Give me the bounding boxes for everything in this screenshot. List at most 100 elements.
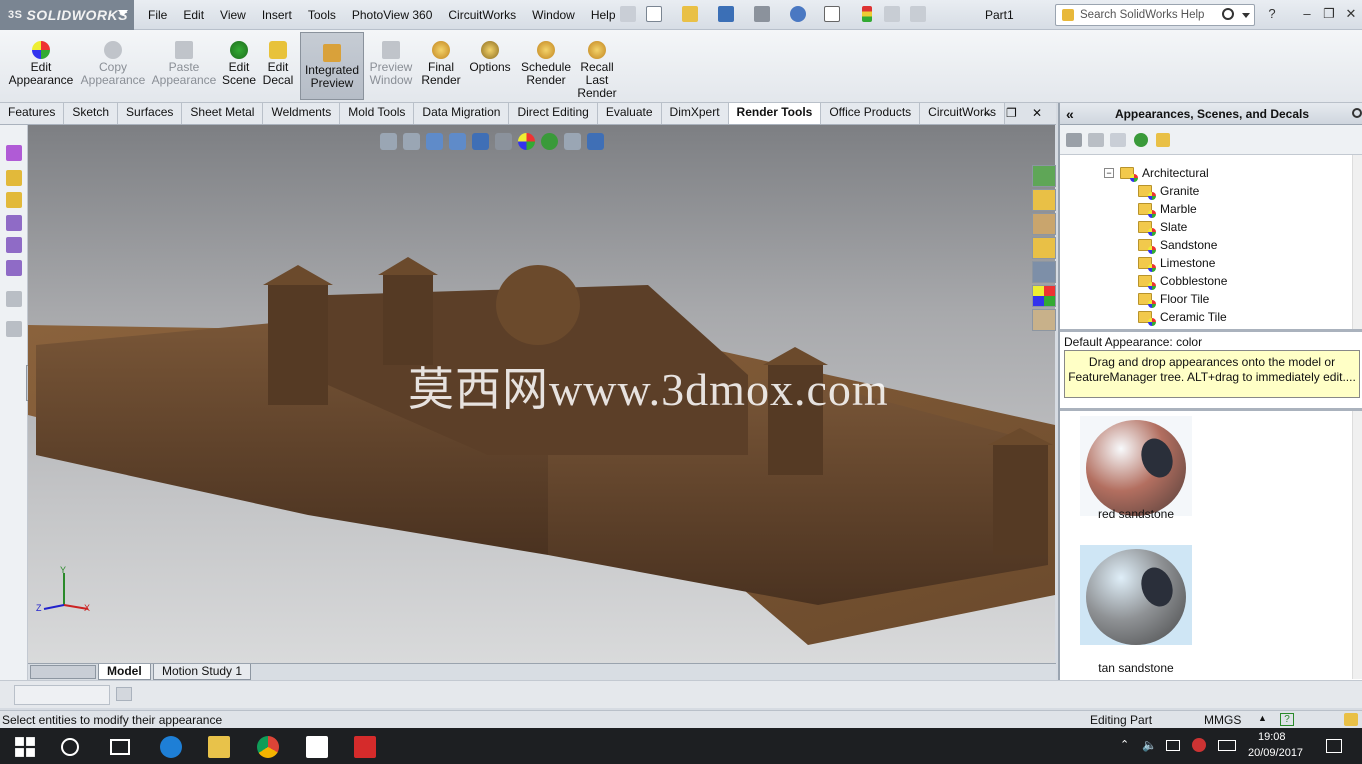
schedule-render-button[interactable]: Schedule Render bbox=[518, 30, 574, 102]
tree-item-slate[interactable]: Slate bbox=[1138, 218, 1187, 236]
windows-start-icon[interactable] bbox=[14, 736, 36, 758]
menu-help[interactable]: Help bbox=[583, 6, 624, 24]
minimize-icon[interactable]: – bbox=[1298, 6, 1316, 22]
restore-icon[interactable]: ❐ bbox=[1320, 6, 1338, 22]
clock-date[interactable]: 20/09/2017 bbox=[1248, 747, 1303, 759]
edge-browser-icon[interactable] bbox=[160, 736, 182, 758]
viewport-restore-icon[interactable]: ❐ bbox=[1006, 106, 1017, 120]
copy-appearance-button[interactable]: Copy Appearance bbox=[78, 30, 148, 102]
edit-appearance-button[interactable]: Edit Appearance bbox=[6, 30, 76, 102]
tree-item-architectural[interactable]: Architectural bbox=[1120, 164, 1209, 182]
viewport-close-icon[interactable]: ✕ bbox=[1032, 106, 1042, 120]
tab-data-migration[interactable]: Data Migration bbox=[414, 103, 510, 124]
solidworks-taskbar-icon[interactable] bbox=[354, 736, 376, 758]
save-icon[interactable] bbox=[718, 6, 734, 22]
open-folder-pane-icon[interactable] bbox=[1088, 133, 1104, 147]
search-icon[interactable] bbox=[1222, 8, 1234, 20]
appearance-manager-icon[interactable] bbox=[6, 237, 22, 253]
options-button[interactable]: Options bbox=[466, 30, 514, 102]
menu-window[interactable]: Window bbox=[524, 6, 583, 24]
final-render-button[interactable]: Final Render bbox=[418, 30, 464, 102]
undo-icon[interactable] bbox=[790, 6, 806, 22]
appearances-tab-icon[interactable] bbox=[1032, 285, 1056, 307]
tab-evaluate[interactable]: Evaluate bbox=[597, 103, 662, 124]
tag-icon[interactable] bbox=[1344, 713, 1358, 726]
triad-view-icon[interactable] bbox=[587, 133, 604, 150]
integrated-preview-button[interactable]: Integrated Preview bbox=[300, 32, 364, 100]
help-icon[interactable]: ? bbox=[1263, 6, 1281, 22]
tab-direct-editing[interactable]: Direct Editing bbox=[509, 103, 598, 124]
file-explorer-tab-icon[interactable] bbox=[1032, 237, 1056, 259]
select-pointer-icon[interactable] bbox=[824, 6, 840, 22]
open-folder-icon[interactable] bbox=[682, 6, 698, 22]
configuration-dropdown[interactable] bbox=[14, 685, 110, 705]
search-input[interactable]: Search SolidWorks Help bbox=[1055, 4, 1255, 26]
dimxpert-icon[interactable] bbox=[6, 192, 22, 208]
configuration-icon[interactable] bbox=[6, 170, 22, 186]
swatch-tan-sandstone[interactable] bbox=[1080, 545, 1192, 645]
notification-badge-icon[interactable] bbox=[1192, 738, 1206, 752]
options-gear-icon[interactable] bbox=[910, 6, 926, 22]
tab-sheet-metal[interactable]: Sheet Metal bbox=[182, 103, 264, 124]
status-units[interactable]: MMGS bbox=[1204, 713, 1241, 727]
design-library-tab-icon[interactable] bbox=[1032, 213, 1056, 235]
zoom-to-fit-icon[interactable] bbox=[380, 133, 397, 150]
tab-sketch[interactable]: Sketch bbox=[64, 103, 119, 124]
tree-item-cobblestone[interactable]: Cobblestone bbox=[1138, 272, 1227, 290]
tab-surfaces[interactable]: Surfaces bbox=[118, 103, 183, 124]
display-manager-icon[interactable] bbox=[6, 215, 22, 231]
tree-scrollbar[interactable] bbox=[1352, 155, 1362, 331]
view-palette-tab-icon[interactable] bbox=[1032, 261, 1056, 283]
chevron-down-icon[interactable] bbox=[1242, 13, 1250, 18]
up-folder-icon[interactable] bbox=[1156, 133, 1170, 147]
tree-item-sandstone[interactable]: Sandstone bbox=[1138, 236, 1217, 254]
network-icon[interactable] bbox=[1166, 740, 1180, 751]
tree-item-limestone[interactable]: Limestone bbox=[1138, 254, 1215, 272]
add-folder-icon[interactable] bbox=[1110, 133, 1126, 147]
volume-icon[interactable]: 🔈 bbox=[1142, 738, 1157, 752]
preview-window-button[interactable]: Preview Window bbox=[366, 30, 416, 102]
copy-icon[interactable] bbox=[116, 687, 132, 701]
cortana-search-icon[interactable] bbox=[61, 738, 79, 756]
tree-collapse-toggle[interactable]: − bbox=[1104, 168, 1114, 178]
file-explorer-icon[interactable] bbox=[208, 736, 230, 758]
edit-appearance-view-icon[interactable] bbox=[518, 133, 535, 150]
back-icon[interactable] bbox=[1066, 133, 1082, 147]
home-tab-icon[interactable] bbox=[1032, 189, 1056, 211]
print-icon[interactable] bbox=[754, 6, 770, 22]
menu-photoview[interactable]: PhotoView 360 bbox=[344, 6, 441, 24]
recall-last-render-button[interactable]: Recall Last Render bbox=[576, 30, 618, 102]
refresh-icon[interactable] bbox=[1134, 133, 1148, 147]
pane-splitter[interactable] bbox=[1060, 329, 1362, 332]
scene-manager-icon[interactable] bbox=[6, 260, 22, 276]
menu-file[interactable]: File bbox=[140, 6, 175, 24]
show-hidden-icons[interactable]: ⌃ bbox=[1120, 738, 1129, 751]
edit-decal-button[interactable]: Edit Decal bbox=[260, 30, 296, 102]
menu-circuitworks[interactable]: CircuitWorks bbox=[440, 6, 524, 24]
view-orientation-icon[interactable] bbox=[472, 133, 489, 150]
menu-view[interactable]: View bbox=[212, 6, 254, 24]
menu-insert[interactable]: Insert bbox=[254, 6, 300, 24]
tab-scroll-arrows[interactable] bbox=[30, 665, 96, 679]
tab-features[interactable]: Features bbox=[0, 103, 65, 124]
collapse-pane-icon[interactable]: « bbox=[1066, 103, 1074, 125]
smart-dimension-icon[interactable] bbox=[6, 321, 22, 337]
custom-properties-tab-icon[interactable] bbox=[1032, 309, 1056, 331]
tab-weldments[interactable]: Weldments bbox=[263, 103, 341, 124]
tree-item-granite[interactable]: Granite bbox=[1138, 182, 1199, 200]
new-document-icon[interactable] bbox=[646, 6, 662, 22]
tree-item-floor-tile[interactable]: Floor Tile bbox=[1138, 290, 1209, 308]
clock-time[interactable]: 19:08 bbox=[1258, 731, 1286, 743]
chrome-browser-icon[interactable] bbox=[257, 736, 279, 758]
viewport-minimize-icon[interactable]: – bbox=[984, 106, 991, 120]
help-status-icon[interactable]: ? bbox=[1280, 713, 1294, 726]
view-settings-icon[interactable] bbox=[564, 133, 581, 150]
graphics-viewport[interactable]: 莫西网www.3dmox.com Y X Z bbox=[28, 125, 1055, 663]
tab-dimxpert[interactable]: DimXpert bbox=[661, 103, 729, 124]
solidworks-logo[interactable]: 3S SOLIDWORKS bbox=[0, 0, 134, 30]
tree-item-marble[interactable]: Marble bbox=[1138, 200, 1197, 218]
tab-circuitworks[interactable]: CircuitWorks bbox=[920, 103, 1005, 124]
move-component-icon[interactable] bbox=[6, 145, 22, 161]
zoom-to-area-icon[interactable] bbox=[403, 133, 420, 150]
swatch-scrollbar[interactable] bbox=[1352, 411, 1362, 679]
